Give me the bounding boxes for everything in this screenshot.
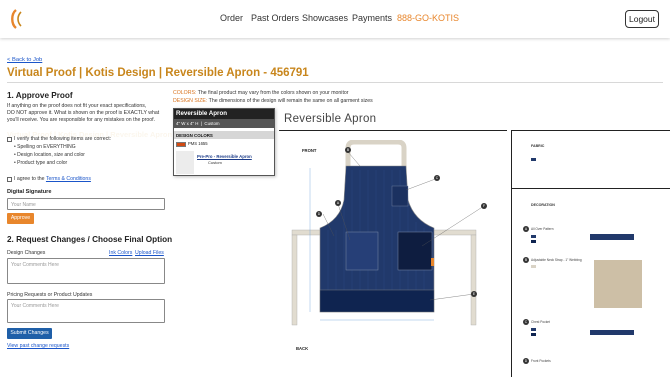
decoration-swatch	[531, 235, 536, 238]
upload-files-link[interactable]: Upload Files	[135, 250, 164, 256]
decoration-swatch	[531, 265, 536, 268]
pms-swatch	[176, 142, 186, 147]
kotis-logo[interactable]	[10, 8, 26, 30]
decoration-swatch	[531, 240, 536, 243]
decoration-title: Chest Pocket	[531, 320, 550, 324]
nav-showcases[interactable]: Showcases	[302, 13, 348, 23]
design-comments-textarea[interactable]: Your Comments Here	[7, 258, 165, 284]
pms-label: PMS 1655	[188, 141, 208, 146]
page-title: Virtual Proof | Kotis Design | Reversibl…	[7, 67, 309, 79]
pattern-swatch	[590, 234, 634, 240]
nav-phone-link[interactable]: 888-GO-KOTIS	[397, 13, 459, 23]
verify-checkbox[interactable]	[7, 137, 12, 142]
verify-item: • Product type and color	[14, 160, 68, 166]
terms-label: I agree to the Terms & Conditions	[14, 176, 91, 182]
callout-marker: B	[345, 147, 351, 153]
decoration-swatch	[531, 328, 536, 331]
callout-marker: A	[335, 200, 341, 206]
item-link[interactable]: Pre-Pro - Reversible Apron	[197, 154, 252, 159]
popover-subheader: 4" W x 4" H | Custom	[174, 119, 274, 128]
ink-colors-link[interactable]: Ink Colors	[109, 250, 132, 256]
item-sub: Custom	[208, 160, 222, 165]
callout-marker: E	[471, 291, 477, 297]
design-size-note: DESIGN SIZE: The dimensions of the desig…	[173, 98, 373, 104]
design-popover: Reversible Apron 4" W x 4" H | Custom DE…	[173, 108, 275, 176]
approve-intro-line-2: DO NOT approve it. What is shown on the …	[7, 110, 160, 116]
submit-changes-button[interactable]: Submit Changes	[7, 328, 52, 339]
verify-item: • Spelling on EVERYTHING	[14, 144, 76, 150]
proof-title: Reversible Apron	[284, 113, 377, 125]
proof-divider	[511, 188, 670, 189]
pricing-label: Pricing Requests or Product Updates	[7, 292, 93, 298]
nav-past-orders[interactable]: Past Orders	[251, 13, 299, 23]
back-label: BACK	[296, 346, 309, 351]
popover-dims: 4" W x 4" H	[176, 121, 199, 126]
callout-marker: C	[434, 175, 440, 181]
logout-button[interactable]: Logout	[625, 10, 659, 28]
decoration-marker: C	[523, 319, 529, 325]
verify-label: I verify that the following items are co…	[14, 136, 112, 142]
nav-order[interactable]: Order	[220, 13, 243, 23]
colors-note: COLORS: The final product may vary from …	[173, 90, 349, 96]
design-changes-label: Design Changes	[7, 250, 46, 256]
signature-label: Digital Signature	[7, 189, 52, 195]
decoration-swatch	[531, 333, 536, 336]
callout-marker: F	[481, 203, 487, 209]
popover-custom: Custom	[204, 121, 220, 126]
approve-intro-line-1: If anything on the proof does not fit yo…	[7, 103, 147, 109]
verify-item: • Design location, size and color	[14, 152, 85, 158]
title-divider	[7, 82, 663, 83]
decoration-title: Adjustable Neck Strap - 1" Webbing	[531, 258, 582, 262]
top-navbar: Order Past Orders Showcases Payments 888…	[0, 0, 670, 38]
decoration-marker: A	[523, 226, 529, 232]
decoration-marker: B	[523, 257, 529, 263]
approve-button[interactable]: Approve	[7, 213, 34, 224]
proof-divider	[511, 130, 512, 377]
nav-payments[interactable]: Payments	[352, 13, 392, 23]
decoration-marker: D	[523, 358, 529, 364]
item-thumbnail	[176, 151, 194, 174]
strap-photo	[594, 260, 642, 308]
fabric-swatch	[531, 158, 536, 161]
approve-heading: 1. Approve Proof	[7, 91, 73, 100]
fabric-heading: FABRIC	[531, 144, 545, 148]
popover-title: Reversible Apron	[174, 109, 274, 119]
pricing-comments-textarea[interactable]: Your Comments Here	[7, 299, 165, 323]
decoration-title: Front Pockets	[531, 359, 551, 363]
terms-checkbox[interactable]	[7, 177, 12, 182]
popover-section-heading: DESIGN COLORS	[174, 131, 274, 139]
view-past-changes-link[interactable]: View past change requests	[7, 343, 69, 349]
request-changes-heading: 2. Request Changes / Choose Final Option	[7, 235, 173, 244]
terms-link[interactable]: Terms & Conditions	[46, 176, 91, 182]
decoration-heading: DECORATION	[531, 203, 555, 207]
apron-illustration	[291, 140, 485, 326]
decoration-title: All Over Pattern	[531, 227, 554, 231]
pocket-swatch	[590, 330, 634, 335]
callout-marker: D	[316, 211, 322, 217]
proof-divider	[279, 130, 507, 131]
signature-input[interactable]: Your Name	[7, 198, 165, 210]
back-to-job-link[interactable]: < Back to Job	[7, 57, 42, 63]
approve-intro-line-3: you'll receive. You are responsible for …	[7, 117, 156, 123]
proof-divider	[511, 130, 670, 131]
